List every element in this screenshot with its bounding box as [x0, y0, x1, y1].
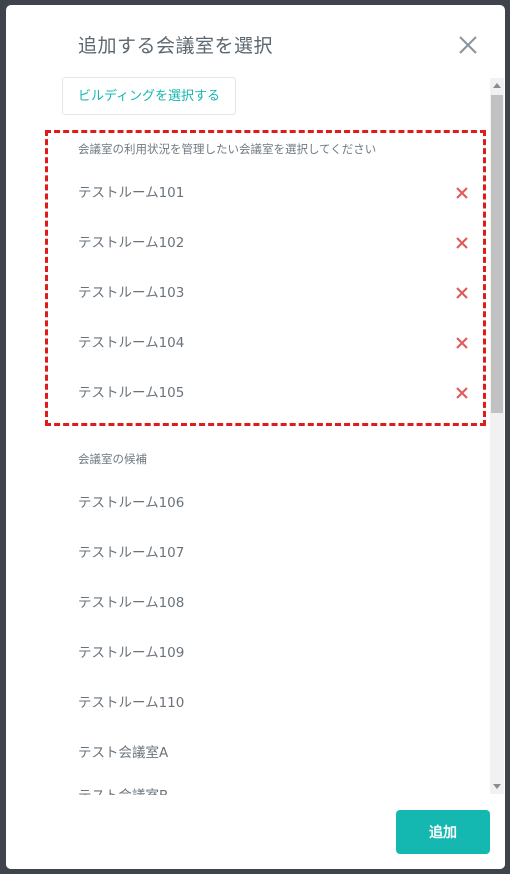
candidate-room-item[interactable]: テストルーム107 [78, 538, 478, 568]
selected-room-item: テストルーム105 [78, 378, 478, 408]
selected-room-item: テストルーム104 [78, 328, 478, 358]
remove-icon[interactable] [456, 387, 468, 399]
remove-icon[interactable] [456, 187, 468, 199]
room-name: テストルーム103 [78, 285, 185, 301]
selected-room-item: テストルーム101 [78, 178, 478, 208]
room-list-scroll-area[interactable]: ビルディングを選択する 会議室の利用状況を管理したい会議室を選択してください テ… [6, 73, 490, 795]
candidate-rooms-heading: 会議室の候補 [78, 452, 147, 466]
room-name: テストルーム104 [78, 335, 185, 351]
candidate-room-item[interactable]: テストルーム106 [78, 488, 478, 518]
room-name: テストルーム102 [78, 235, 185, 251]
candidate-room-item[interactable]: テストルーム109 [78, 638, 478, 668]
candidate-room-item[interactable]: テスト会議室A [78, 738, 478, 768]
add-button[interactable]: 追加 [396, 810, 490, 854]
remove-icon[interactable] [456, 287, 468, 299]
scroll-up-arrow-icon[interactable] [493, 83, 501, 88]
modal-title: 追加する会議室を選択 [78, 35, 274, 57]
scroll-down-arrow-icon[interactable] [493, 784, 501, 789]
selected-room-item: テストルーム103 [78, 278, 478, 308]
remove-icon[interactable] [456, 237, 468, 249]
candidate-room-item[interactable]: テストルーム108 [78, 588, 478, 618]
modal-footer: 追加 [6, 795, 505, 869]
close-icon [459, 36, 477, 54]
scrollbar-thumb[interactable] [491, 95, 503, 413]
remove-icon[interactable] [456, 337, 468, 349]
room-name: テストルーム105 [78, 385, 185, 401]
scrollbar[interactable] [490, 78, 504, 794]
candidate-room-item[interactable]: テスト会議室B [78, 781, 478, 795]
candidate-room-item[interactable]: テストルーム110 [78, 688, 478, 718]
select-building-button[interactable]: ビルディングを選択する [62, 77, 236, 115]
selected-rooms-heading: 会議室の利用状況を管理したい会議室を選択してください [78, 142, 377, 156]
room-name: テストルーム101 [78, 185, 185, 201]
add-room-modal: 追加する会議室を選択 ビルディングを選択する 会議室の利用状況を管理したい会議室… [6, 5, 505, 869]
selected-room-item: テストルーム102 [78, 228, 478, 258]
close-button[interactable] [458, 35, 478, 55]
